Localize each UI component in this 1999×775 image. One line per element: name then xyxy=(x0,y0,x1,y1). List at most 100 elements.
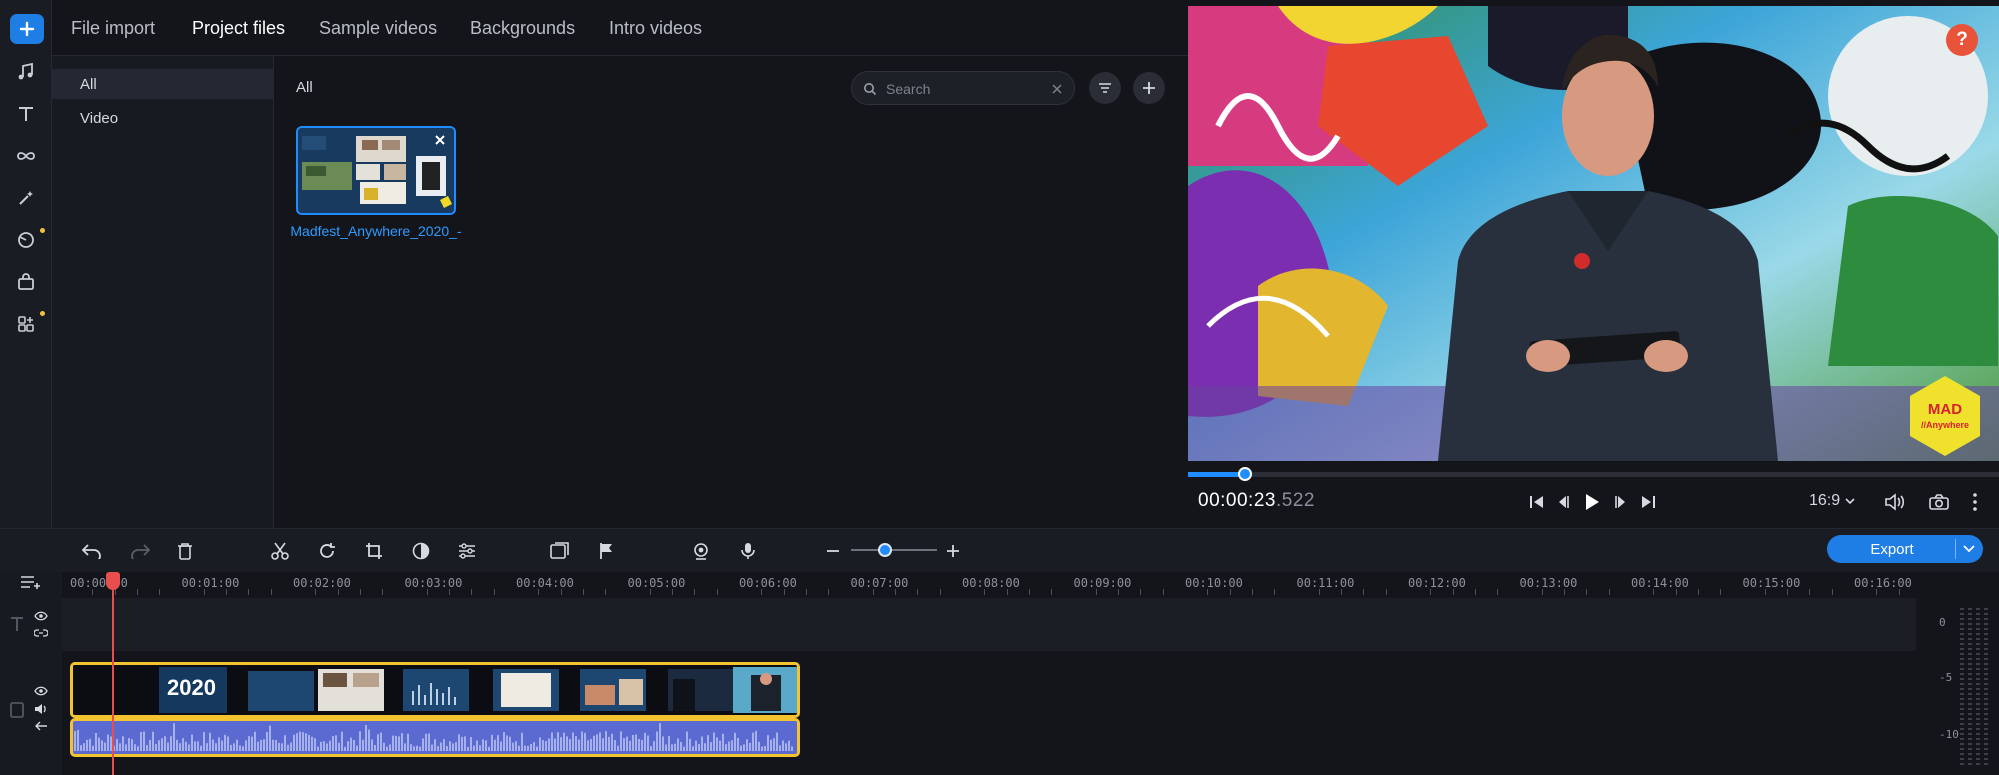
sort-button[interactable] xyxy=(1089,72,1121,104)
ruler-tick xyxy=(449,589,451,595)
webcam-record-button[interactable] xyxy=(688,538,714,564)
ruler-tick xyxy=(382,589,384,595)
project-file-thumbnail[interactable] xyxy=(296,126,456,215)
ruler-time-label: 00:01:00 xyxy=(181,576,240,590)
close-icon[interactable] xyxy=(434,134,446,146)
ruler-tick xyxy=(248,589,250,595)
transitions-button[interactable] xyxy=(12,142,40,170)
volume-button[interactable] xyxy=(1883,490,1907,514)
microphone-icon xyxy=(741,543,755,559)
export-button[interactable]: Export xyxy=(1827,535,1983,563)
link-track-button[interactable] xyxy=(28,620,54,646)
clear-icon[interactable] xyxy=(1051,83,1063,95)
redo-button[interactable] xyxy=(127,538,153,564)
tool-rail xyxy=(0,0,52,528)
video-clip[interactable]: 2020 xyxy=(70,662,800,718)
zoom-in-button[interactable] xyxy=(940,538,966,564)
aspect-ratio-select[interactable]: 16:9 xyxy=(1809,492,1855,510)
go-to-end-button[interactable] xyxy=(1636,490,1660,514)
plus-icon xyxy=(947,545,959,557)
ruler-time-label: 00:04:00 xyxy=(516,576,574,590)
redo-icon xyxy=(131,544,151,559)
previous-frame-button[interactable] xyxy=(1551,490,1575,514)
store-button[interactable] xyxy=(12,268,40,296)
more-tools-button[interactable] xyxy=(12,310,40,338)
delete-button[interactable] xyxy=(172,538,198,564)
ruler-tick xyxy=(716,589,718,595)
next-frame-button[interactable] xyxy=(1609,490,1633,514)
crop-button[interactable] xyxy=(361,538,387,564)
stickers-button[interactable] xyxy=(12,226,40,254)
ruler-time-label: 00:06:00 xyxy=(739,576,797,590)
ruler-tick xyxy=(270,589,272,595)
add-media-button[interactable] xyxy=(10,14,44,44)
play-icon xyxy=(1586,494,1599,510)
ruler-tick xyxy=(226,589,228,595)
tab-file-import[interactable]: File import xyxy=(71,18,155,39)
clip-properties-button[interactable] xyxy=(454,538,480,564)
voiceover-button[interactable] xyxy=(735,538,761,564)
ruler-tick xyxy=(337,589,339,595)
ruler-tick xyxy=(1341,589,1343,595)
video-preview[interactable]: MAD //Anywhere xyxy=(1188,6,1999,461)
project-file-name[interactable]: Madfest_Anywhere_2020_- xyxy=(290,222,462,240)
ruler-time-label: 00:12:00 xyxy=(1408,576,1466,590)
apps-grid-icon xyxy=(18,316,34,332)
more-options-button[interactable] xyxy=(1963,490,1987,514)
ruler-tick xyxy=(805,589,807,595)
ruler-tick xyxy=(1586,589,1588,595)
audio-waveform xyxy=(74,723,793,751)
audio-clip[interactable] xyxy=(70,718,800,757)
timecode-ms: .522 xyxy=(1275,490,1315,511)
tab-backgrounds[interactable]: Backgrounds xyxy=(470,18,575,39)
color-adjust-button[interactable] xyxy=(408,538,434,564)
insert-button[interactable] xyxy=(547,538,573,564)
preview-scrubber[interactable] xyxy=(1188,467,1999,481)
minus-icon xyxy=(827,550,839,552)
play-button[interactable] xyxy=(1580,490,1604,514)
go-to-start-button[interactable] xyxy=(1525,490,1549,514)
ruler-tick xyxy=(92,589,94,595)
ruler-tick xyxy=(560,589,562,595)
ruler-tick xyxy=(1229,589,1231,595)
insert-icon xyxy=(550,542,569,559)
titles-button[interactable] xyxy=(12,100,40,128)
chevron-down-icon[interactable] xyxy=(1963,545,1975,553)
ruler-time-label: 00:07:00 xyxy=(850,576,909,590)
detach-audio-button[interactable] xyxy=(28,713,54,739)
add-track-button[interactable] xyxy=(18,569,44,595)
zoom-out-button[interactable] xyxy=(820,538,846,564)
search-input[interactable]: Search xyxy=(851,71,1075,105)
category-all[interactable]: All xyxy=(80,76,97,93)
zoom-slider-track[interactable] xyxy=(851,549,937,551)
ruler-tick xyxy=(1028,589,1030,595)
music-button[interactable] xyxy=(12,58,40,86)
undo-button[interactable] xyxy=(79,538,105,564)
ruler-tick xyxy=(136,589,138,595)
add-file-button[interactable] xyxy=(1133,72,1165,104)
tab-project-files[interactable]: Project files xyxy=(192,18,285,39)
rotate-button[interactable] xyxy=(314,538,340,564)
ruler-tick xyxy=(649,589,651,595)
film-track-icon xyxy=(10,702,24,718)
cut-button[interactable] xyxy=(267,538,293,564)
scrubber-handle[interactable] xyxy=(1237,467,1252,481)
category-video[interactable]: Video xyxy=(80,110,118,127)
ruler-tick xyxy=(1497,589,1499,595)
ruler-tick xyxy=(1787,589,1789,595)
snapshot-button[interactable] xyxy=(1927,490,1951,514)
tab-sample-videos[interactable]: Sample videos xyxy=(319,18,437,39)
filters-button[interactable] xyxy=(12,184,40,212)
marker-button[interactable] xyxy=(594,538,620,564)
text-track[interactable] xyxy=(62,598,1916,651)
step-forward-icon xyxy=(1615,496,1625,508)
ruler-tick xyxy=(1251,589,1253,595)
sliders-icon xyxy=(459,543,475,559)
audio-level-meter-left xyxy=(1968,608,1972,768)
help-button[interactable]: ? xyxy=(1946,24,1978,56)
tab-intro-videos[interactable]: Intro videos xyxy=(609,18,702,39)
link-icon xyxy=(34,629,48,637)
scrubber-progress xyxy=(1188,472,1245,477)
ruler-time-label: 00:16:00 xyxy=(1854,576,1912,590)
ruler-tick xyxy=(1675,589,1677,595)
